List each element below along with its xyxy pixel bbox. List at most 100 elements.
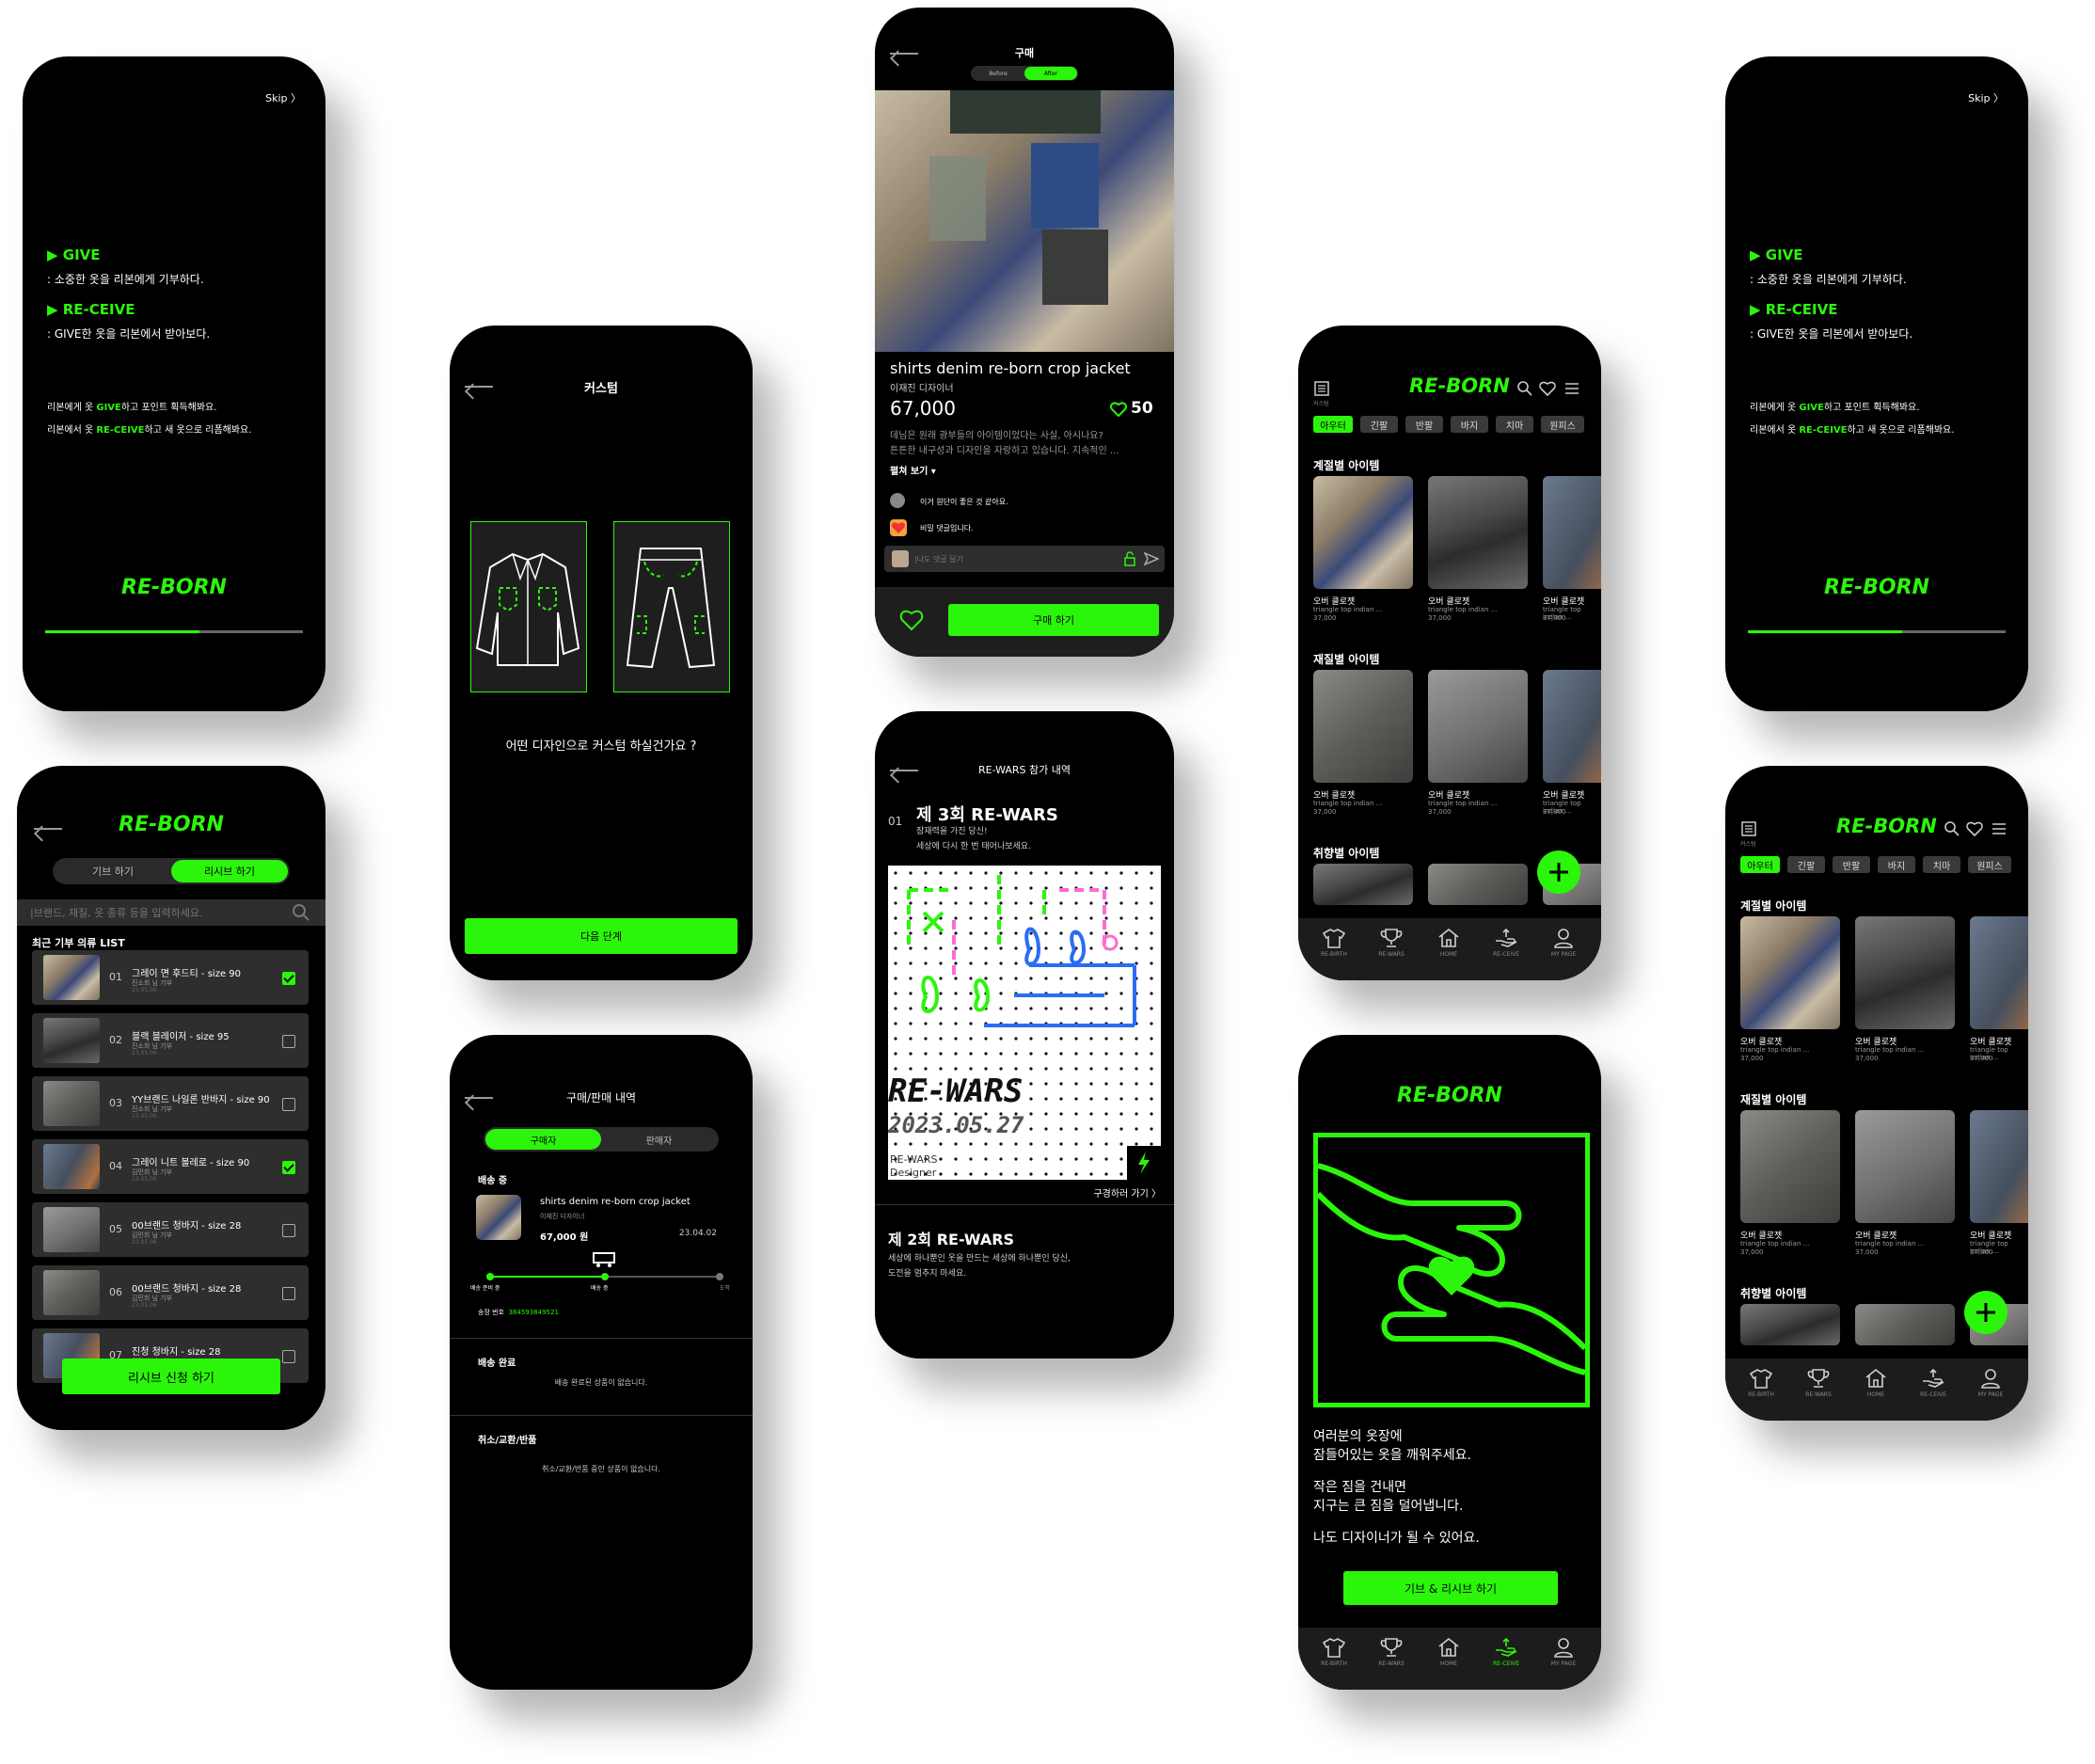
heart-icon[interactable] <box>1966 820 1983 837</box>
nav-rewars[interactable]: RE-WARS <box>1800 1368 1837 1398</box>
tab-after[interactable]: After <box>1024 67 1077 80</box>
nav-mypage[interactable]: MY PAGE <box>1972 1368 2009 1398</box>
search-input[interactable] <box>30 904 275 921</box>
product-thumbnail[interactable] <box>1428 476 1528 589</box>
tab-receive[interactable]: 리시브 하기 <box>171 860 288 882</box>
category-chip[interactable]: 치마 <box>1923 856 1960 873</box>
menu-book-icon[interactable] <box>1313 380 1330 397</box>
product-thumbnail[interactable] <box>1855 1304 1955 1345</box>
expand-link[interactable]: 펼쳐 보기 ▾ <box>890 463 936 477</box>
list-item[interactable]: 05 00브랜드 청바지 - size 28 김민희 님 기부 23.05.06 <box>32 1202 309 1257</box>
view-link[interactable]: 구경하러 가기 〉 <box>1093 1185 1161 1200</box>
item-checkbox[interactable] <box>282 1161 295 1174</box>
nav-rewars[interactable]: RE-WARS <box>1373 928 1410 958</box>
category-chip[interactable]: 반팔 <box>1833 856 1870 873</box>
heart-icon[interactable] <box>1539 380 1556 397</box>
lock-icon[interactable] <box>1123 551 1136 566</box>
add-button[interactable] <box>1537 850 1580 894</box>
search-icon[interactable] <box>292 903 310 922</box>
nav-mypage[interactable]: MY PAGE <box>1545 928 1582 958</box>
category-chip[interactable]: 바지 <box>1451 416 1488 433</box>
nav-rebirth[interactable]: RE-BIRTH <box>1315 928 1353 958</box>
item-checkbox[interactable] <box>282 1224 295 1237</box>
item-photo <box>43 1081 100 1126</box>
list-item[interactable]: 06 00브랜드 청바지 - size 28 김민희 님 기부 23.05.06 <box>32 1265 309 1320</box>
item-checkbox[interactable] <box>282 972 295 985</box>
nav-home[interactable]: HOME <box>1857 1368 1895 1398</box>
list-item[interactable]: 02 블랙 블레이저 - size 95 진소희 님 기부 23.05.06 <box>32 1013 309 1068</box>
comment-input[interactable] <box>914 551 1103 566</box>
nav-receive[interactable]: RE-CEIVE <box>1487 928 1525 958</box>
product-thumbnail[interactable] <box>1740 916 1840 1029</box>
nav-rebirth[interactable]: RE-BIRTH <box>1742 1368 1780 1398</box>
product-thumbnail[interactable] <box>1855 1110 1955 1223</box>
tab-buyer[interactable]: 구매자 <box>485 1129 601 1150</box>
category-chip[interactable]: 반팔 <box>1405 416 1443 433</box>
product-thumbnail[interactable] <box>1313 476 1413 589</box>
item-checkbox[interactable] <box>282 1098 295 1111</box>
item-checkbox[interactable] <box>282 1287 295 1300</box>
list-item[interactable]: 03 YY브랜드 나일론 반바지 - size 90 진소희 님 기부 23.05.0… <box>32 1076 309 1131</box>
skip-button[interactable]: Skip 〉 <box>1968 90 2004 105</box>
buy-button[interactable]: 구매 하기 <box>948 604 1159 636</box>
heart-outline-icon[interactable] <box>899 608 924 632</box>
tab-seller[interactable]: 판매자 <box>601 1129 717 1150</box>
product-thumbnail[interactable] <box>1428 864 1528 905</box>
nav-home[interactable]: HOME <box>1430 928 1468 958</box>
nav-receive[interactable]: RE-CEIVE <box>1914 1368 1952 1398</box>
rewars-poster[interactable]: RE-WARS 2023.05.27 RE-WARS Designer <box>888 866 1161 1180</box>
product-thumbnail[interactable] <box>1313 864 1413 905</box>
product-thumbnail[interactable] <box>1970 1110 2028 1223</box>
tab-give[interactable]: 기브 하기 <box>55 860 171 882</box>
design-option-jacket[interactable] <box>470 521 587 692</box>
category-chip[interactable]: 치마 <box>1496 416 1533 433</box>
nav-receive[interactable]: RE-CEIVE <box>1487 1637 1525 1667</box>
next-step-button[interactable]: 다음 단계 <box>465 918 738 954</box>
product-thumbnail[interactable] <box>1543 476 1601 589</box>
item-name: YY브랜드 나일론 반바지 - size 90 <box>132 1095 270 1105</box>
app-logo: RE-BORN <box>121 576 227 599</box>
search-icon[interactable] <box>1944 820 1960 837</box>
list-item[interactable]: 01 그레이 면 후드티 - size 90 진소희 님 기부 23.05.06 <box>32 950 309 1005</box>
heart-icon[interactable] <box>1110 401 1127 418</box>
nav-rebirth[interactable]: RE-BIRTH <box>1315 1637 1353 1667</box>
product-thumbnail[interactable] <box>1428 670 1528 783</box>
menu-book-icon[interactable] <box>1740 820 1757 837</box>
hamburger-menu-icon[interactable] <box>1991 820 2008 837</box>
category-chip[interactable]: 긴팔 <box>1360 416 1398 433</box>
list-item[interactable]: 04 그레이 니트 볼레로 - size 90 김민희 님 기부 23.05.06 <box>32 1139 309 1194</box>
hamburger-menu-icon[interactable] <box>1563 380 1580 397</box>
nav-label: RE-CEIVE <box>1493 951 1519 958</box>
receive-apply-button[interactable]: 리시브 신청 하기 <box>62 1359 280 1394</box>
product-thumbnail[interactable] <box>1313 670 1413 783</box>
nav-mypage[interactable]: MY PAGE <box>1545 1637 1582 1667</box>
item-checkbox[interactable] <box>282 1350 295 1363</box>
send-icon[interactable] <box>1144 551 1159 566</box>
category-chip[interactable]: 바지 <box>1878 856 1915 873</box>
category-chip[interactable]: 아우터 <box>1740 856 1780 873</box>
skip-button[interactable]: Skip 〉 <box>265 90 301 105</box>
product-thumbnail[interactable] <box>1855 916 1955 1029</box>
search-icon[interactable] <box>1516 380 1533 397</box>
item-photo <box>43 1144 100 1189</box>
product-thumbnail[interactable] <box>1740 1110 1840 1223</box>
category-chip[interactable]: 아우터 <box>1313 416 1353 433</box>
item-name: 블랙 블레이저 - size 95 <box>132 1032 230 1042</box>
item-checkbox[interactable] <box>282 1035 295 1048</box>
product-photo[interactable] <box>875 90 1174 352</box>
product-thumbnail[interactable] <box>1970 916 2028 1029</box>
category-chip[interactable]: 원피스 <box>1968 856 2011 873</box>
product-thumbnail[interactable] <box>1543 670 1601 783</box>
give-receive-button[interactable]: 기브 & 리시브 하기 <box>1343 1571 1558 1605</box>
add-button[interactable] <box>1964 1291 2008 1334</box>
category-chip[interactable]: 긴팔 <box>1787 856 1825 873</box>
tab-before[interactable]: Before <box>972 67 1024 80</box>
nav-home[interactable]: HOME <box>1430 1637 1468 1667</box>
nav-rewars[interactable]: RE-WARS <box>1373 1637 1410 1667</box>
product-desc: triangle top indian ... <box>1855 1240 1925 1248</box>
category-chip[interactable]: 원피스 <box>1541 416 1584 433</box>
design-option-pants[interactable] <box>613 521 730 692</box>
product-thumbnail[interactable] <box>1740 1304 1840 1345</box>
shirt-icon <box>1323 929 1345 948</box>
like-count: 50 <box>1131 399 1153 418</box>
